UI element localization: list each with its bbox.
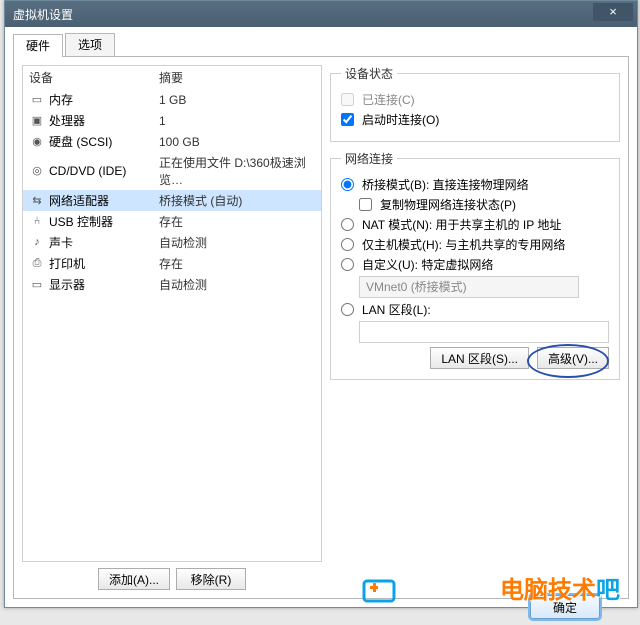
lanseg-radio[interactable] — [341, 303, 354, 316]
device-row[interactable]: ⇆ 网络适配器桥接模式 (自动) — [23, 190, 321, 211]
connected-checkbox — [341, 93, 354, 106]
device-icon: ▣ — [29, 114, 45, 128]
vm-settings-window: 虚拟机设置 × 硬件 选项 设备 摘要 ▭ 内存1 GB ▣ 处理器1 ◉ 硬盘 (SCS… — [4, 0, 638, 608]
custom-label: 自定义(U): 特定虚拟网络 — [362, 256, 493, 273]
device-icon: ▭ — [29, 278, 45, 292]
device-icon: ⑃ — [29, 215, 45, 229]
device-row[interactable]: ♪ 声卡自动检测 — [23, 232, 321, 253]
device-name: 声卡 — [49, 234, 159, 251]
custom-network-select: VMnet0 (桥接模式) — [359, 276, 579, 298]
bridged-label: 桥接模式(B): 直接连接物理网络 — [362, 176, 529, 193]
lan-segments-button[interactable]: LAN 区段(S)... — [430, 347, 529, 369]
device-name: 处理器 — [49, 112, 159, 129]
advanced-button[interactable]: 高级(V)... — [537, 347, 609, 369]
tab-body: 设备 摘要 ▭ 内存1 GB ▣ 处理器1 ◉ 硬盘 (SCSI)100 GB ◎ CD/DV… — [13, 57, 629, 599]
device-icon: ◉ — [29, 135, 45, 149]
nat-label: NAT 模式(N): 用于共享主机的 IP 地址 — [362, 216, 561, 233]
tab-options[interactable]: 选项 — [65, 33, 115, 56]
remove-device-button[interactable]: 移除(R) — [176, 568, 246, 590]
device-icon: ◎ — [29, 164, 45, 178]
window-title: 虚拟机设置 — [13, 6, 73, 23]
device-row[interactable]: ⎙ 打印机存在 — [23, 253, 321, 274]
connected-label: 已连接(C) — [362, 91, 415, 108]
lanseg-select — [359, 321, 609, 343]
add-device-button[interactable]: 添加(A)... — [98, 568, 170, 590]
device-icon: ▭ — [29, 93, 45, 107]
device-row[interactable]: ◎ CD/DVD (IDE)正在使用文件 D:\360极速浏览… — [23, 152, 321, 190]
device-summary: 1 — [159, 114, 315, 128]
lanseg-label: LAN 区段(L): — [362, 301, 431, 318]
device-row[interactable]: ▣ 处理器1 — [23, 110, 321, 131]
device-name: CD/DVD (IDE) — [49, 164, 159, 178]
device-row[interactable]: ◉ 硬盘 (SCSI)100 GB — [23, 131, 321, 152]
device-panel: 设备 摘要 ▭ 内存1 GB ▣ 处理器1 ◉ 硬盘 (SCSI)100 GB ◎ CD/DV… — [22, 65, 322, 590]
device-status-group: 设备状态 已连接(C) 启动时连接(O) — [330, 65, 620, 142]
device-summary: 1 GB — [159, 93, 315, 107]
replicate-label: 复制物理网络连接状态(P) — [380, 196, 516, 213]
connect-on-power-checkbox[interactable] — [341, 113, 354, 126]
device-list[interactable]: 设备 摘要 ▭ 内存1 GB ▣ 处理器1 ◉ 硬盘 (SCSI)100 GB ◎ CD/DV… — [22, 65, 322, 562]
titlebar[interactable]: 虚拟机设置 × — [5, 1, 637, 27]
device-status-legend: 设备状态 — [341, 65, 397, 82]
device-summary: 存在 — [159, 255, 315, 272]
device-name: 显示器 — [49, 276, 159, 293]
device-list-header: 设备 摘要 — [23, 66, 321, 89]
watermark-icon — [360, 575, 400, 607]
device-name: USB 控制器 — [49, 213, 159, 230]
device-name: 网络适配器 — [49, 192, 159, 209]
device-row[interactable]: ⑃ USB 控制器存在 — [23, 211, 321, 232]
bridged-radio[interactable] — [341, 178, 354, 191]
hdr-device: 设备 — [29, 69, 159, 86]
settings-panel: 设备状态 已连接(C) 启动时连接(O) 网络连接 桥接模式(B): 直接连接物… — [330, 65, 620, 590]
device-summary: 存在 — [159, 213, 315, 230]
device-summary: 桥接模式 (自动) — [159, 192, 315, 209]
device-icon: ⎙ — [29, 257, 45, 271]
hostonly-radio[interactable] — [341, 238, 354, 251]
device-icon: ⇆ — [29, 194, 45, 208]
device-summary: 自动检测 — [159, 234, 315, 251]
device-summary: 正在使用文件 D:\360极速浏览… — [159, 154, 315, 188]
connect-on-power-label: 启动时连接(O) — [362, 111, 439, 128]
network-group: 网络连接 桥接模式(B): 直接连接物理网络 复制物理网络连接状态(P) NAT… — [330, 150, 620, 380]
device-name: 打印机 — [49, 255, 159, 272]
device-row[interactable]: ▭ 内存1 GB — [23, 89, 321, 110]
device-summary: 自动检测 — [159, 276, 315, 293]
nat-radio[interactable] — [341, 218, 354, 231]
hostonly-label: 仅主机模式(H): 与主机共享的专用网络 — [362, 236, 565, 253]
custom-radio[interactable] — [341, 258, 354, 271]
hdr-summary: 摘要 — [159, 69, 183, 86]
device-buttons: 添加(A)... 移除(R) — [22, 568, 322, 590]
tab-hardware[interactable]: 硬件 — [13, 34, 63, 57]
dialog-button-bar: 确定 — [530, 595, 600, 619]
tab-strip: 硬件 选项 — [13, 33, 629, 57]
close-button[interactable]: × — [593, 3, 633, 21]
device-name: 内存 — [49, 91, 159, 108]
device-icon: ♪ — [29, 236, 45, 250]
ok-button[interactable]: 确定 — [530, 595, 600, 619]
client-area: 硬件 选项 设备 摘要 ▭ 内存1 GB ▣ 处理器1 ◉ 硬盘 (SCSI)100 GB… — [5, 27, 637, 607]
device-name: 硬盘 (SCSI) — [49, 133, 159, 150]
replicate-checkbox[interactable] — [359, 198, 372, 211]
network-legend: 网络连接 — [341, 150, 397, 167]
device-row[interactable]: ▭ 显示器自动检测 — [23, 274, 321, 295]
device-summary: 100 GB — [159, 135, 315, 149]
